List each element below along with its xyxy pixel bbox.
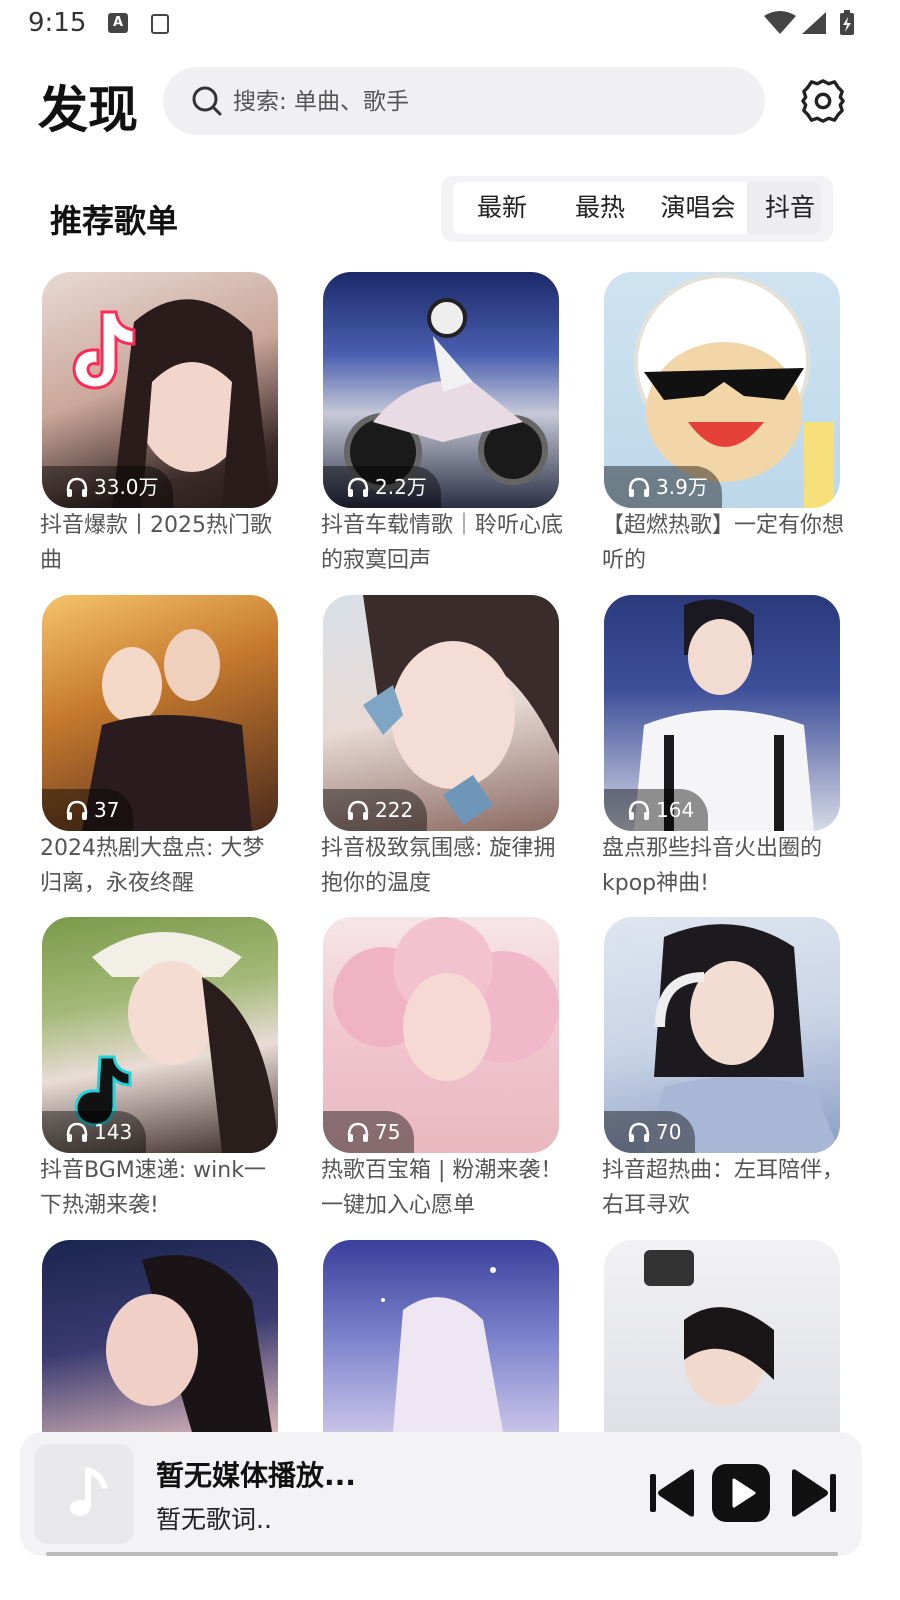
- playlist-caption[interactable]: 抖音超热曲：左耳陪伴，右耳寻欢: [602, 1153, 846, 1223]
- album-art[interactable]: [34, 1444, 134, 1544]
- category-tabs: 最新 最热 演唱会 抖音: [441, 176, 833, 242]
- play-count-badge: 3.9万: [604, 466, 722, 508]
- tab-concert[interactable]: 演唱会: [649, 182, 747, 234]
- headphones-icon: [347, 1122, 369, 1142]
- playlist-cover[interactable]: [42, 1240, 278, 1432]
- playlist-cover[interactable]: 75: [323, 917, 559, 1153]
- previous-icon[interactable]: [648, 1466, 698, 1520]
- headphones-icon: [628, 1122, 650, 1142]
- playlist-caption[interactable]: 抖音车载情歌｜聆听心底的寂寞回声: [321, 508, 565, 578]
- play-icon[interactable]: [710, 1462, 772, 1524]
- tab-latest[interactable]: 最新: [453, 182, 551, 234]
- playlist-caption[interactable]: 抖音BGM速递: wink一下热潮来袭!: [40, 1153, 284, 1223]
- play-count: 75: [375, 1120, 401, 1144]
- headphones-icon: [66, 477, 88, 497]
- playlist-cover[interactable]: 37: [42, 595, 278, 831]
- play-count-badge: 37: [42, 789, 134, 831]
- status-bar: 9:15 A: [0, 0, 900, 48]
- anime-girl-image: [381, 1267, 503, 1432]
- play-count: 143: [94, 1120, 133, 1144]
- headphones-icon: [628, 800, 650, 820]
- gear-icon[interactable]: [800, 78, 846, 124]
- page-title: 发现: [38, 81, 138, 139]
- girl-night-image: [106, 1255, 272, 1432]
- playlist-cover[interactable]: 143: [42, 917, 278, 1153]
- tab-douyin[interactable]: 抖音: [747, 182, 821, 234]
- now-playing-lyric: 暂无歌词..: [156, 1505, 272, 1534]
- playlist-cover[interactable]: 33.0万: [42, 272, 278, 508]
- play-count: 3.9万: [656, 475, 708, 499]
- play-count: 37: [94, 798, 120, 822]
- wifi-icon: [764, 11, 796, 34]
- search-icon: [192, 86, 222, 116]
- square-icon: [151, 14, 169, 34]
- playlist-caption[interactable]: 盘点那些抖音火出圈的kpop神曲!: [602, 831, 846, 901]
- mini-player[interactable]: 暂无媒体播放... 暂无歌词..: [20, 1432, 862, 1556]
- playlist-cover[interactable]: [323, 1240, 559, 1432]
- battery-icon: [840, 10, 854, 35]
- playlist-caption[interactable]: 抖音极致氛围感: 旋律拥抱你的温度: [321, 831, 565, 901]
- scrollbar: [46, 1552, 838, 1556]
- tab-hottest[interactable]: 最热: [551, 182, 649, 234]
- girl-camera-image: [644, 1250, 774, 1406]
- headphones-icon: [347, 477, 369, 497]
- play-count-badge: 222: [323, 789, 428, 831]
- playlist-cover[interactable]: [604, 1240, 840, 1432]
- playlist-cover[interactable]: 222: [323, 595, 559, 831]
- status-time: 9:15: [28, 8, 87, 38]
- playlist-caption[interactable]: 抖音爆款丨2025热门歌曲: [40, 508, 284, 578]
- play-count-badge: 2.2万: [323, 466, 441, 508]
- play-count-badge: 164: [604, 789, 709, 831]
- signal-icon: [802, 12, 826, 34]
- play-count: 33.0万: [94, 475, 159, 499]
- now-playing-title: 暂无媒体播放...: [156, 1459, 356, 1492]
- playlist-caption[interactable]: 2024热剧大盘点: 大梦归离，永夜终醒: [40, 831, 284, 901]
- text-a-icon: A: [108, 13, 128, 33]
- system-icons: [764, 10, 854, 35]
- play-count: 222: [375, 798, 414, 822]
- music-note-icon: [70, 1467, 107, 1516]
- playlist-cover[interactable]: 3.9万: [604, 272, 840, 508]
- headphones-icon: [347, 800, 369, 820]
- next-icon[interactable]: [788, 1466, 838, 1520]
- search-bar[interactable]: [163, 67, 765, 135]
- play-count: 70: [656, 1120, 682, 1144]
- headphones-icon: [66, 1122, 88, 1142]
- playlist-caption[interactable]: 【超燃热歌】一定有你想听的: [602, 508, 846, 578]
- headphones-icon: [66, 800, 88, 820]
- playlist-cover[interactable]: 2.2万: [323, 272, 559, 508]
- play-count-badge: 70: [604, 1111, 696, 1153]
- play-count: 2.2万: [375, 475, 427, 499]
- playlist-cover[interactable]: 70: [604, 917, 840, 1153]
- search-input[interactable]: [231, 81, 735, 123]
- playlist-cover[interactable]: 164: [604, 595, 840, 831]
- play-count-badge: 75: [323, 1111, 415, 1153]
- playlist-caption[interactable]: 热歌百宝箱 | 粉潮来袭！一键加入心愿单: [321, 1153, 565, 1223]
- play-count: 164: [656, 798, 695, 822]
- headphones-icon: [628, 477, 650, 497]
- play-count-badge: 143: [42, 1111, 147, 1153]
- play-count-badge: 33.0万: [42, 466, 173, 508]
- section-title: 推荐歌单: [50, 202, 179, 240]
